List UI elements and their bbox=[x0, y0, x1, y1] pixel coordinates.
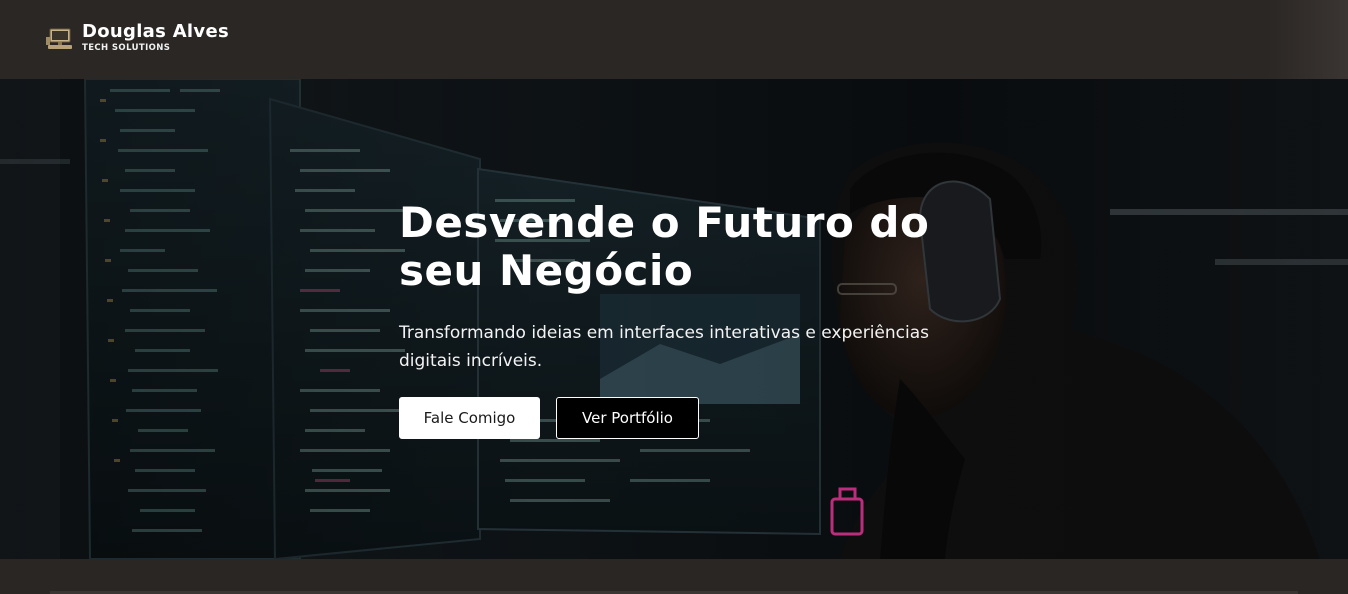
brand-name: Douglas Alves bbox=[82, 21, 229, 42]
contact-button[interactable]: Fale Comigo bbox=[399, 397, 540, 439]
hero-title-line-1: Desvende o Futuro do bbox=[399, 198, 930, 247]
brand-tagline: TECH SOLUTIONS bbox=[82, 43, 171, 53]
hero-title-line-2: seu Negócio bbox=[399, 246, 694, 295]
hero-section: Desvende o Futuro do seu Negócio Transfo… bbox=[0, 79, 1348, 559]
desktop-computer-icon bbox=[46, 28, 74, 50]
hero-content: Desvende o Futuro do seu Negócio Transfo… bbox=[399, 199, 979, 439]
navbar: Douglas Alves TECH SOLUTIONS bbox=[0, 0, 1348, 79]
brand-logo[interactable]: Douglas Alves TECH SOLUTIONS bbox=[46, 22, 229, 54]
hero-buttons: Fale Comigo Ver Portfólio bbox=[399, 397, 979, 439]
portfolio-button[interactable]: Ver Portfólio bbox=[556, 397, 699, 439]
next-section bbox=[0, 559, 1348, 594]
hero-title: Desvende o Futuro do seu Negócio bbox=[399, 199, 979, 295]
hero-subtitle: Transformando ideias em interfaces inter… bbox=[399, 323, 930, 371]
